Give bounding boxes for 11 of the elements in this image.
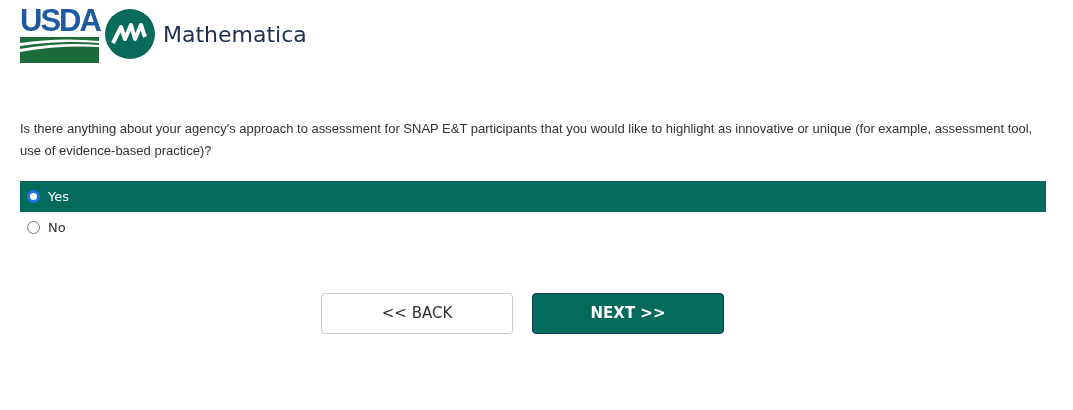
radio-button[interactable] [27, 190, 40, 203]
brand-name: Mathematica [163, 20, 307, 49]
field-icon [20, 37, 99, 63]
next-button[interactable]: NEXT >> [532, 293, 724, 334]
wave-logo-icon [105, 9, 155, 59]
question-text: Is there anything about your agency's approach to assessment for SNAP E&T participants that you would like to highlight as innovative or unique (for example, assessment tool, use of evidence-based practice)? [20, 120, 1034, 160]
usda-wordmark: USDA [20, 5, 99, 37]
radio-button[interactable] [27, 221, 40, 234]
radio-option[interactable]: No [20, 212, 1046, 243]
radio-option[interactable]: Yes [20, 181, 1046, 212]
back-button[interactable]: << BACK [321, 293, 513, 334]
